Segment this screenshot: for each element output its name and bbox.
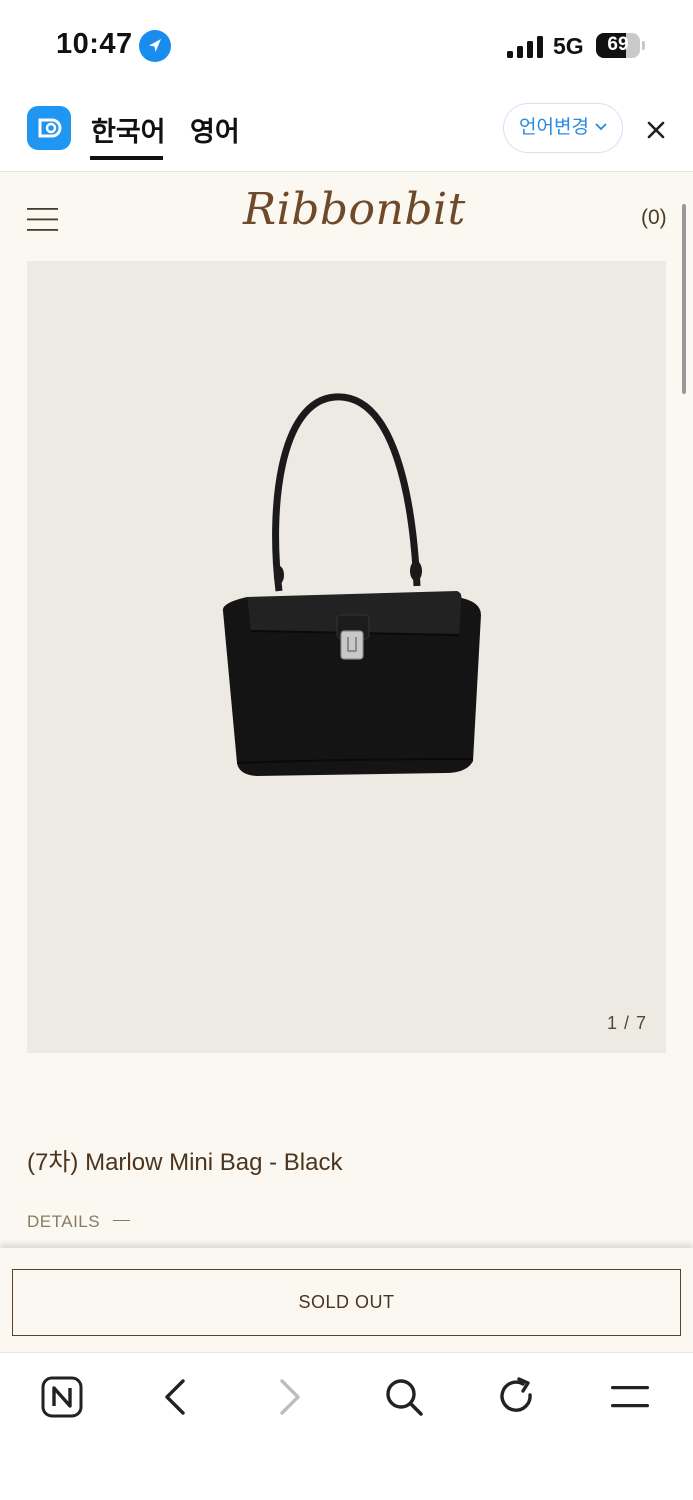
black-shoulder-bag-image (222, 393, 481, 776)
papago-logo-icon[interactable] (27, 106, 71, 150)
active-tab-indicator (90, 156, 163, 160)
translate-bar: 한국어 영어 언어변경 (0, 92, 693, 172)
purchase-bar: SOLD OUT (0, 1248, 693, 1352)
search-icon[interactable] (382, 1375, 426, 1419)
change-language-label: 언어변경 (519, 117, 589, 138)
tab-korean[interactable]: 한국어 (91, 110, 166, 149)
browser-bottom-nav (0, 1352, 693, 1500)
battery-icon: 69 (596, 33, 646, 58)
image-counter: 1 / 7 (607, 1013, 648, 1033)
product-title: (7차) Marlow Mini Bag - Black (27, 1149, 343, 1176)
chevron-down-icon (595, 123, 607, 131)
tab-english[interactable]: 영어 (190, 110, 240, 149)
status-bar: 10:47 5G 69 (0, 0, 693, 92)
status-time: 10:47 (56, 28, 133, 60)
product-image-gallery[interactable]: 1 / 7 (27, 261, 666, 1053)
details-toggle[interactable]: DETAILS (27, 1212, 100, 1232)
network-type: 5G (553, 33, 584, 59)
menu-icon[interactable] (608, 1375, 652, 1419)
location-arrow-icon (139, 30, 171, 62)
cart-count[interactable]: (0) (641, 206, 667, 230)
close-icon[interactable] (642, 116, 670, 144)
brand-logo[interactable]: Ribbonbit (243, 184, 466, 235)
refresh-icon[interactable] (495, 1375, 539, 1419)
battery-percent: 69 (607, 34, 629, 55)
hamburger-menu-icon[interactable] (27, 207, 58, 232)
forward-arrow-icon (280, 1379, 300, 1415)
web-page: Ribbonbit (0) 1 / 7 (7차) Marlow Mini Bag… (0, 172, 693, 1250)
back-arrow-icon[interactable] (153, 1375, 197, 1419)
sold-out-button[interactable]: SOLD OUT (12, 1269, 681, 1336)
details-dash-icon (113, 1220, 130, 1221)
change-language-button[interactable]: 언어변경 (503, 103, 623, 153)
scrollbar[interactable] (682, 204, 686, 394)
naver-n-icon[interactable] (40, 1375, 84, 1419)
signal-bars-icon (507, 36, 543, 58)
